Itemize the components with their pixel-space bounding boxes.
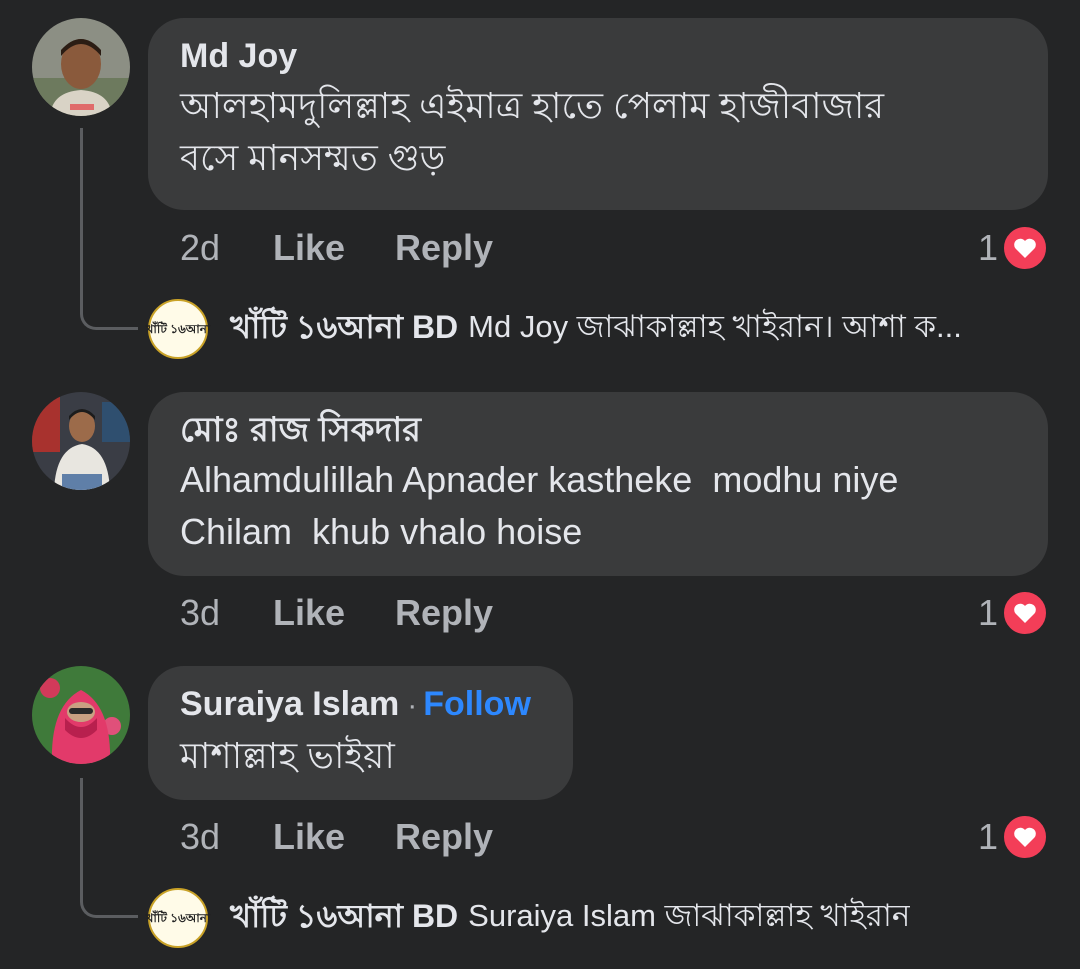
separator-dot: ·	[407, 689, 418, 722]
reaction-count: 1	[978, 816, 999, 857]
page-avatar[interactable]: খাঁটি ১৬আনা	[145, 299, 211, 359]
comment-author[interactable]: মোঃ রাজ সিকদার	[180, 410, 1016, 450]
reply-preview[interactable]: খাঁটি ১৬আনা খাঁটি ১৬আনা BD Suraiya Islam…	[145, 887, 1038, 949]
follow-button[interactable]: Follow	[423, 685, 531, 723]
page-avatar-logo: খাঁটি ১৬আনা	[145, 321, 211, 336]
comment-bubble: Suraiya Islam · Follow মাশাল্লাহ ভাইয়া	[148, 666, 573, 800]
reply-button[interactable]: Reply	[395, 817, 493, 857]
reply-author[interactable]: খাঁটি ১৬আনা BD	[230, 891, 458, 945]
reply-button[interactable]: Reply	[395, 228, 493, 268]
comment-bubble: Md Joy আলহামদুলিল্লাহ এইমাত্র হাতে পেলাম…	[148, 18, 1048, 210]
comment-text: Alhamdulillah Apnader kastheke modhu niy…	[180, 459, 899, 552]
avatar-suraiya-islam[interactable]	[32, 666, 130, 764]
reaction-summary[interactable]: 1	[978, 225, 1049, 271]
reaction-count: 1	[978, 227, 999, 268]
heart-icon	[1002, 590, 1049, 636]
like-button[interactable]: Like	[273, 228, 345, 268]
comment-timestamp[interactable]: 3d	[180, 817, 220, 857]
heart-icon	[1002, 814, 1049, 860]
comment-author[interactable]: Suraiya Islam	[180, 685, 399, 723]
comment-author-row: Suraiya Islam · Follow	[180, 684, 541, 726]
like-button[interactable]: Like	[273, 593, 345, 633]
avatar-md-joy[interactable]	[32, 18, 130, 116]
comment-timestamp[interactable]: 2d	[180, 228, 220, 268]
reply-button[interactable]: Reply	[395, 593, 493, 633]
reply-text: Suraiya Islam জাঝাকাল্লাহ খাইরান	[468, 898, 911, 933]
comment-timestamp[interactable]: 3d	[180, 593, 220, 633]
heart-icon	[1002, 225, 1049, 271]
reaction-summary[interactable]: 1	[978, 590, 1049, 636]
reply-author[interactable]: খাঁটি ১৬আনা BD	[230, 302, 458, 356]
reaction-summary[interactable]: 1	[978, 814, 1049, 860]
page-avatar[interactable]: খাঁটি ১৬আনা	[145, 888, 211, 948]
comment-text: আলহামদুলিল্লাহ এইমাত্র হাতে পেলাম হাজীবা…	[180, 85, 885, 178]
thread-connector	[80, 778, 138, 918]
like-button[interactable]: Like	[273, 817, 345, 857]
comment-text: মাশাল্লাহ ভাইয়া	[180, 735, 395, 776]
page-avatar-logo: খাঁটি ১৬আনা	[145, 910, 211, 925]
avatar-raj-sikdar[interactable]	[32, 392, 130, 490]
thread-connector	[80, 128, 138, 330]
comment-bubble: মোঃ রাজ সিকদার Alhamdulillah Apnader kas…	[148, 392, 1048, 576]
reply-text: Md Joy জাঝাকাল্লাহ খাইরান। আশা ক...	[468, 309, 962, 344]
comment-author[interactable]: Md Joy	[180, 36, 1016, 76]
reaction-count: 1	[978, 592, 999, 633]
reply-preview[interactable]: খাঁটি ১৬আনা খাঁটি ১৬আনা BD Md Joy জাঝাকা…	[145, 298, 1038, 360]
